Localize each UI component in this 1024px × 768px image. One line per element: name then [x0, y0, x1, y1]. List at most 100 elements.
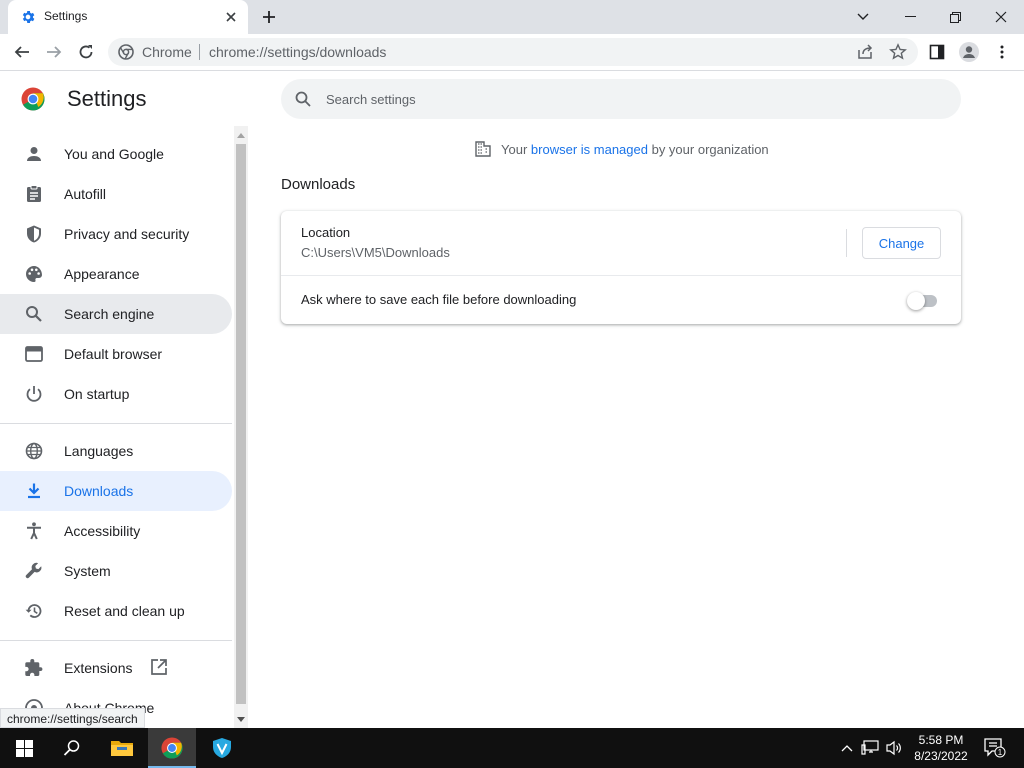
tab-title: Settings [44, 9, 88, 23]
sidebar-item-label: You and Google [64, 146, 164, 162]
search-input[interactable] [326, 89, 926, 109]
avatar-icon [959, 42, 979, 62]
managed-link[interactable]: browser is managed [531, 142, 648, 157]
scroll-down-arrow-icon[interactable] [237, 717, 245, 722]
profile-button[interactable] [958, 41, 980, 63]
close-window-button[interactable] [978, 0, 1024, 34]
browser-toolbar: Chrome chrome://settings/downloads [0, 34, 1024, 71]
sidebar-item-languages[interactable]: Languages [0, 431, 232, 471]
chevron-up-icon [841, 745, 853, 752]
sidebar-item-default-browser[interactable]: Default browser [0, 334, 232, 374]
volume-tray-button[interactable] [885, 738, 903, 758]
ask-where-toggle[interactable] [907, 292, 939, 310]
address-bar[interactable]: Chrome chrome://settings/downloads [108, 38, 918, 66]
sidebar-item-label: On startup [64, 386, 130, 402]
tab-settings[interactable]: Settings [8, 0, 248, 34]
sidebar-item-label: Privacy and security [64, 226, 190, 242]
search-icon [63, 740, 80, 756]
close-tab-icon[interactable] [222, 8, 240, 26]
tab-search-button[interactable] [840, 0, 886, 34]
minimize-icon [904, 16, 916, 17]
browser-window-icon [25, 346, 43, 362]
scrollbar-thumb[interactable] [236, 144, 246, 704]
omnibox-chip: Chrome [142, 44, 192, 60]
file-explorer-button[interactable] [98, 728, 146, 768]
sidebar-item-label: System [64, 563, 111, 579]
wrench-icon [25, 562, 42, 579]
puzzle-icon [25, 659, 43, 676]
sidebar-scrollbar[interactable] [234, 126, 248, 728]
menu-button[interactable] [991, 41, 1013, 63]
sidebar-item-label: Accessibility [64, 523, 141, 539]
folder-icon [111, 741, 133, 756]
sidebar-item-downloads[interactable]: Downloads [0, 471, 232, 511]
building-icon [475, 141, 491, 157]
omnibox-separator [199, 44, 200, 60]
ask-where-label: Ask where to save each file before downl… [301, 292, 577, 307]
clock-date: 8/23/2022 [914, 749, 968, 763]
new-tab-icon[interactable] [258, 6, 280, 28]
person-icon [27, 147, 41, 161]
network-tray-button[interactable] [861, 738, 879, 758]
shield-icon [27, 225, 41, 243]
taskbar-clock[interactable]: 5:58 PM 8/23/2022 [910, 732, 972, 764]
row-separator [281, 275, 961, 276]
sidebar-item-appearance[interactable]: Appearance [0, 254, 232, 294]
sidebar-divider [0, 640, 232, 641]
sidebar-item-accessibility[interactable]: Accessibility [0, 511, 232, 551]
location-label: Location [301, 225, 351, 240]
sidebar-item-search-engine[interactable]: Search engine [0, 294, 232, 334]
search-icon [295, 91, 311, 107]
minimize-button[interactable] [887, 0, 933, 34]
sidebar-item-you-and-google[interactable]: You and Google [0, 134, 232, 174]
vertical-separator [846, 229, 847, 257]
globe-icon [25, 442, 43, 460]
sidebar-item-label: Extensions [64, 660, 133, 676]
bookmark-star-icon[interactable] [889, 43, 907, 61]
forward-button[interactable] [42, 40, 66, 64]
clipboard-icon [27, 185, 41, 202]
sidebar-item-reset-and-clean-up[interactable]: Reset and clean up [0, 591, 232, 631]
sidebar-item-label: Autofill [64, 186, 107, 202]
search-box[interactable] [281, 79, 961, 119]
sidebar-item-label: Reset and clean up [64, 603, 185, 619]
chrome-logo-icon [21, 87, 45, 111]
speaker-icon [886, 740, 901, 756]
restore-window-icon [949, 11, 961, 23]
more-vert-icon [1000, 45, 1004, 59]
share-icon[interactable] [856, 43, 874, 61]
settings-sidebar: You and Google Autofill Privacy and secu… [0, 126, 234, 728]
sidebar-item-privacy-and-security[interactable]: Privacy and security [0, 214, 232, 254]
sidebar-divider [0, 423, 232, 424]
side-panel-button[interactable] [926, 41, 948, 63]
sidebar-item-extensions[interactable]: Extensions [0, 648, 232, 688]
tab-strip: Settings [0, 0, 1024, 34]
vpn-app-button[interactable] [198, 728, 246, 768]
show-hidden-icons[interactable] [838, 738, 856, 758]
sidebar-item-on-startup[interactable]: On startup [0, 374, 232, 414]
sidebar-item-label: Search engine [64, 306, 155, 322]
change-location-button[interactable]: Change [862, 227, 941, 259]
chrome-taskbar-button[interactable] [148, 728, 196, 768]
network-icon [861, 740, 879, 755]
chrome-site-icon[interactable] [118, 44, 134, 60]
status-bubble: chrome://settings/search [0, 708, 145, 728]
reload-button[interactable] [74, 40, 98, 64]
sidebar-item-system[interactable]: System [0, 551, 232, 591]
shield-v-icon [213, 738, 231, 758]
clock-time: 5:58 PM [918, 733, 964, 747]
section-title: Downloads [281, 176, 356, 193]
arrow-right-icon [47, 46, 62, 58]
scroll-up-arrow-icon[interactable] [237, 133, 245, 138]
url-text[interactable]: chrome://settings/downloads [209, 44, 386, 60]
action-center-button[interactable]: 1 [984, 738, 1006, 758]
back-button[interactable] [10, 40, 34, 64]
sidebar-item-autofill[interactable]: Autofill [0, 174, 232, 214]
palette-icon [26, 266, 42, 282]
taskbar-search-button[interactable] [48, 728, 96, 768]
taskbar: 5:58 PM 8/23/2022 1 [0, 728, 1024, 768]
restore-button[interactable] [932, 0, 978, 34]
notification-count: 1 [998, 748, 1003, 757]
toggle-knob [907, 292, 925, 310]
start-button[interactable] [0, 728, 48, 768]
